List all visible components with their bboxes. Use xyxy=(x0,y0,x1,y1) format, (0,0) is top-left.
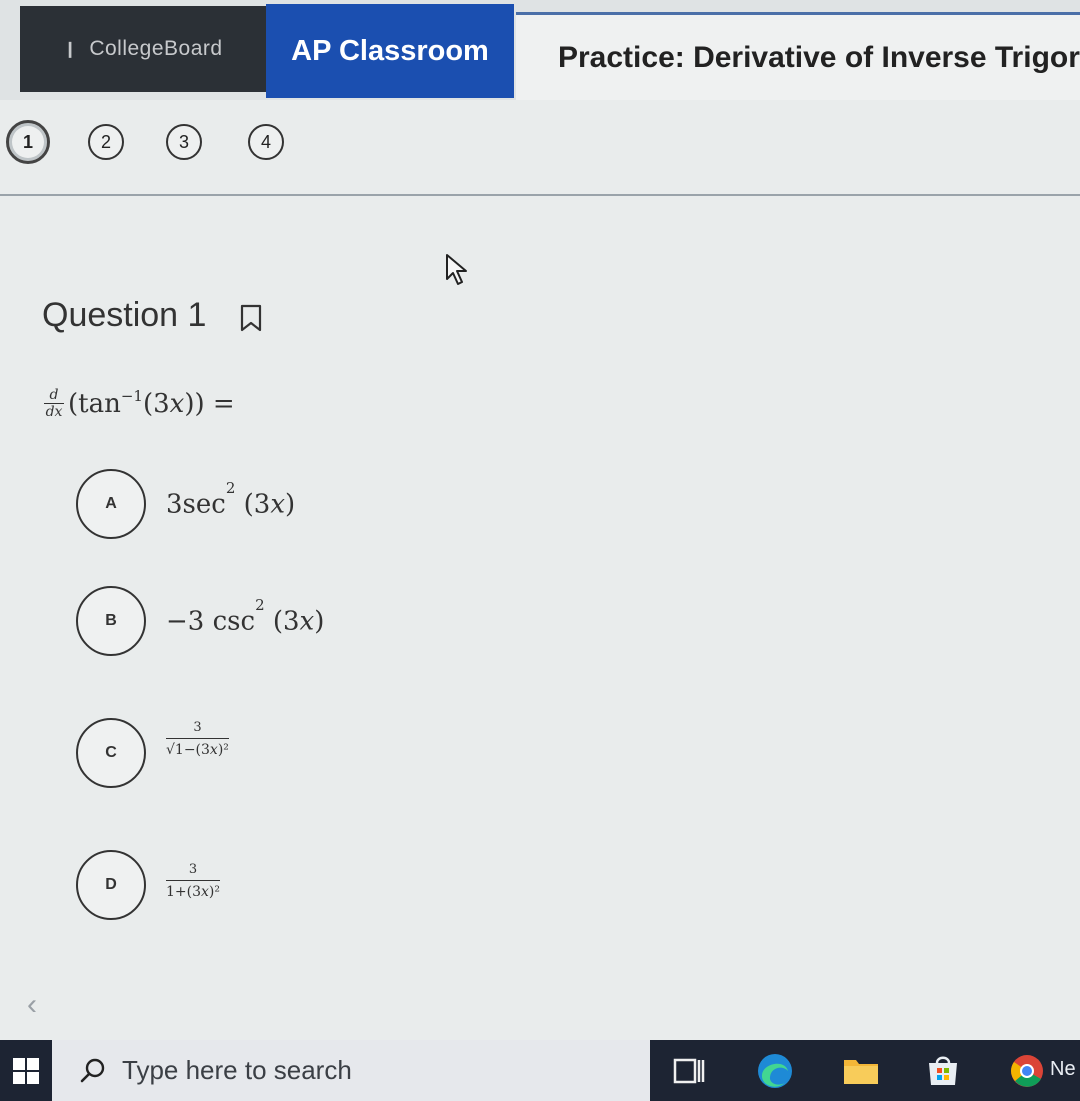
ap-classroom-tab[interactable]: AP Classroom xyxy=(266,4,514,98)
mouse-cursor-icon xyxy=(446,254,467,285)
derivative-operator: d dx xyxy=(44,387,64,420)
file-explorer-icon[interactable] xyxy=(838,1048,884,1094)
task-view-icon[interactable] xyxy=(666,1048,712,1094)
taskbar-search-input[interactable]: Type here to search xyxy=(52,1040,650,1101)
bookmark-icon[interactable] xyxy=(239,303,263,333)
search-placeholder: Type here to search xyxy=(122,1055,352,1085)
choice-letter-b[interactable]: B xyxy=(76,586,146,656)
choice-b-text: −3 csc2 (3𝑥) xyxy=(166,596,325,637)
search-icon xyxy=(80,1058,105,1082)
question-nav-item-2[interactable]: 2 xyxy=(88,124,124,160)
ap-classroom-label: AP Classroom xyxy=(291,34,489,67)
store-icon[interactable] xyxy=(920,1048,966,1094)
choice-c-fraction: 3 √1−(3𝑥)² xyxy=(166,720,229,758)
collegeboard-tab[interactable]: ❙ CollegeBoard xyxy=(20,6,266,92)
question-nav: 1 2 3 4 xyxy=(0,104,1080,196)
question-stem: d dx (tan −1 (3𝑥)) = xyxy=(44,386,235,420)
question-nav-item-3[interactable]: 3 xyxy=(166,124,202,160)
question-title: Question 1 xyxy=(42,296,207,334)
choice-a-text: 3sec2 (3𝑥) xyxy=(166,479,296,520)
back-arrow-icon[interactable]: ‹ xyxy=(12,985,52,1025)
choice-d-fraction: 3 1+(3𝑥)² xyxy=(166,862,220,900)
edge-browser-icon[interactable] xyxy=(752,1048,798,1094)
taskbar: Type here to search Ne xyxy=(0,1040,1080,1101)
chrome-icon[interactable] xyxy=(1004,1048,1050,1094)
question-nav-item-4[interactable]: 4 xyxy=(248,124,284,160)
question-nav-item-1[interactable]: 1 xyxy=(6,120,50,164)
choice-letter-c[interactable]: C xyxy=(76,718,146,788)
collegeboard-label: CollegeBoard xyxy=(89,37,223,60)
choice-letter-a[interactable]: A xyxy=(76,469,146,539)
start-button[interactable] xyxy=(0,1040,52,1101)
practice-title: Practice: Derivative of Inverse Trigor xyxy=(516,12,1080,100)
collegeboard-logo-icon: ❙ xyxy=(63,41,78,58)
taskbar-app-label: Ne xyxy=(1050,1058,1076,1080)
windows-logo-icon xyxy=(13,1057,39,1084)
top-header: ❙ CollegeBoard AP Classroom Practice: De… xyxy=(0,0,1080,100)
choice-letter-d[interactable]: D xyxy=(76,850,146,920)
